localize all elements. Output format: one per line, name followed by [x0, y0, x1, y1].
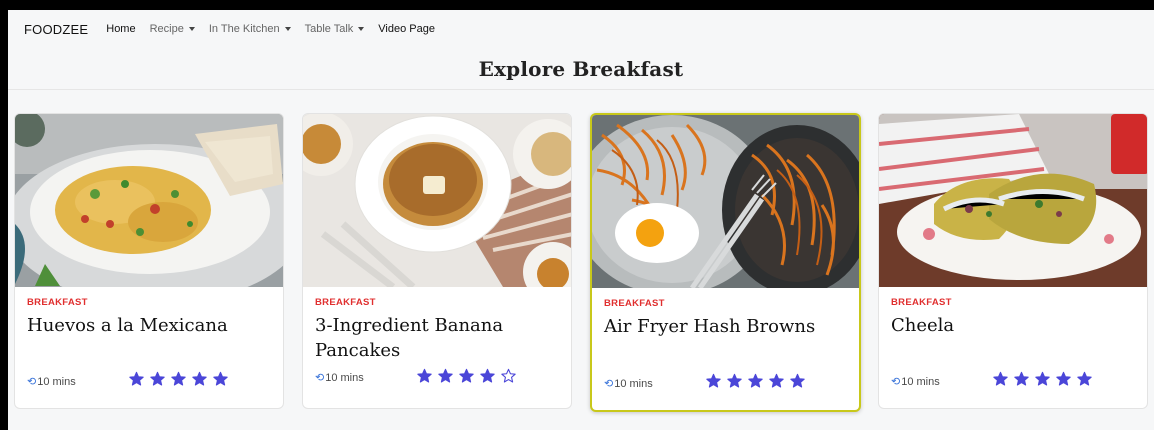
caret-down-icon	[188, 27, 195, 31]
recipe-image-cheela[interactable]	[879, 114, 1147, 287]
star-filled-icon	[705, 373, 722, 389]
recipe-card-hash-browns[interactable]: BREAKFAST Air Fryer Hash Browns ⟲ 10 min…	[590, 113, 861, 412]
star-filled-icon	[1055, 371, 1072, 387]
cook-time: ⟲ 10 mins	[27, 375, 76, 389]
rating-stars	[128, 371, 233, 387]
cook-time-value: 10 mins	[901, 375, 940, 388]
clock-icon: ⟲	[891, 376, 901, 388]
caret-down-icon	[358, 27, 365, 31]
caret-down-icon	[284, 27, 291, 31]
cook-time-value: 10 mins	[37, 375, 76, 388]
recipe-card-cheela[interactable]: BREAKFAST Cheela ⟲ 10 mins	[878, 113, 1148, 409]
brand-logo[interactable]: FOODZEE	[24, 22, 88, 37]
star-filled-icon	[789, 373, 806, 389]
nav-item-video-page[interactable]: Video Page	[378, 23, 435, 35]
clock-icon: ⟲	[604, 378, 614, 390]
page-title: Explore Breakfast	[478, 56, 684, 81]
cook-time: ⟲ 10 mins	[604, 377, 653, 391]
recipe-category: BREAKFAST	[315, 297, 376, 308]
recipe-title[interactable]: Cheela	[891, 313, 1131, 338]
title-band: Explore Breakfast	[8, 48, 1154, 90]
star-filled-icon	[1013, 371, 1030, 387]
nav-item-label: Recipe	[149, 23, 184, 35]
recipe-title[interactable]: Huevos a la Mexicana	[27, 313, 267, 338]
star-filled-icon	[458, 368, 475, 384]
navbar: FOODZEE Home Recipe In The Kitchen Table…	[8, 10, 1154, 48]
star-filled-icon	[416, 368, 433, 384]
recipe-title[interactable]: Air Fryer Hash Browns	[604, 314, 844, 339]
recipe-card-huevos[interactable]: BREAKFAST Huevos a la Mexicana ⟲ 10 mins	[14, 113, 284, 409]
nav-item-recipe[interactable]: Recipe	[150, 23, 195, 35]
star-filled-icon	[768, 373, 785, 389]
cook-time-value: 10 mins	[614, 377, 653, 390]
star-filled-icon	[149, 371, 166, 387]
star-filled-icon	[1076, 371, 1093, 387]
rating-stars	[705, 373, 810, 389]
nav-item-in-the-kitchen[interactable]: In The Kitchen	[209, 23, 291, 35]
star-filled-icon	[992, 371, 1009, 387]
star-outline-icon	[500, 368, 517, 384]
cook-time: ⟲ 10 mins	[891, 375, 940, 389]
recipe-image-banana-pancakes[interactable]	[303, 114, 571, 287]
rating-stars	[416, 368, 521, 384]
recipe-image-huevos[interactable]	[15, 114, 283, 287]
star-filled-icon	[726, 373, 743, 389]
star-filled-icon	[747, 373, 764, 389]
nav-item-label: Video Page	[378, 23, 435, 35]
nav-item-table-talk[interactable]: Table Talk	[305, 23, 365, 35]
star-filled-icon	[191, 371, 208, 387]
nav-item-label: In The Kitchen	[208, 23, 280, 35]
recipe-image-hash-browns[interactable]	[592, 115, 859, 288]
recipe-category: BREAKFAST	[891, 297, 952, 308]
page-frame: FOODZEE Home Recipe In The Kitchen Table…	[8, 10, 1154, 430]
clock-icon: ⟲	[315, 372, 325, 384]
star-filled-icon	[1034, 371, 1051, 387]
recipe-title[interactable]: 3-Ingredient Banana Pancakes	[315, 313, 555, 363]
nav-item-label: Table Talk	[304, 23, 354, 35]
star-filled-icon	[170, 371, 187, 387]
rating-stars	[992, 371, 1097, 387]
star-filled-icon	[128, 371, 145, 387]
nav-item-label: Home	[106, 23, 136, 35]
cook-time: ⟲ 10 mins	[315, 371, 364, 385]
clock-icon: ⟲	[27, 376, 37, 388]
star-filled-icon	[437, 368, 454, 384]
star-filled-icon	[212, 371, 229, 387]
recipe-category: BREAKFAST	[27, 297, 88, 308]
nav-item-home[interactable]: Home	[106, 23, 135, 35]
star-filled-icon	[479, 368, 496, 384]
recipe-category: BREAKFAST	[604, 298, 665, 309]
cook-time-value: 10 mins	[325, 371, 364, 384]
recipe-card-banana-pancakes[interactable]: BREAKFAST 3-Ingredient Banana Pancakes ⟲…	[302, 113, 572, 409]
